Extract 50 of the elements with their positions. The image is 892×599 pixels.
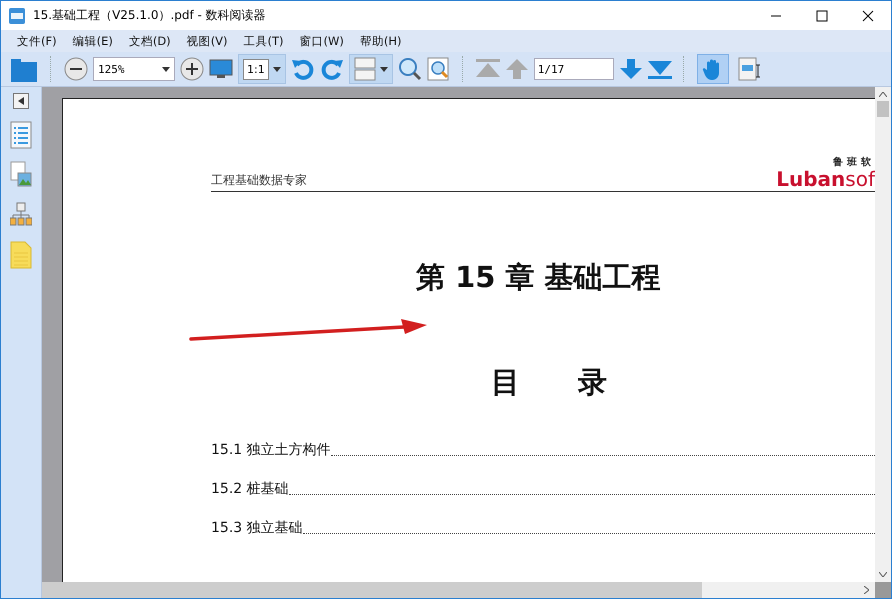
next-page-icon[interactable] [618, 57, 643, 81]
actual-size-dropdown[interactable]: 1:1 [238, 54, 286, 84]
horizontal-scrollbar[interactable] [42, 582, 891, 598]
caret-icon [380, 66, 388, 72]
scrollbar-thumb[interactable] [877, 101, 889, 117]
collapse-panel-button[interactable] [13, 93, 29, 109]
scroll-down-icon[interactable] [879, 572, 887, 577]
logo-chinese-text: 鲁班软 [833, 156, 875, 169]
chapter-title: 第 15 章 基础工程 [416, 259, 662, 296]
hand-tool-button[interactable] [696, 54, 729, 84]
page-layout-dropdown[interactable] [348, 54, 393, 84]
page-number-field[interactable]: 1/17 [534, 58, 614, 80]
menu-item[interactable]: 帮助(H) [352, 34, 410, 48]
zoom-area-icon[interactable] [426, 57, 451, 81]
search-icon[interactable] [398, 57, 422, 81]
text-select-icon [738, 57, 762, 81]
toc-entry: 15.1 独立土方构件 [211, 441, 331, 459]
scroll-right-icon[interactable] [864, 586, 869, 594]
caret-icon [162, 66, 170, 72]
page-thumbnails-icon[interactable] [10, 161, 32, 189]
previous-page-icon[interactable] [504, 57, 529, 81]
outline-list-icon[interactable] [10, 121, 32, 149]
zoom-out-icon[interactable] [64, 57, 88, 81]
left-triangle-icon [18, 97, 24, 105]
toc-heading: 目 录 [491, 364, 608, 401]
toc-entry: 15.2 桩基础 [211, 480, 289, 498]
toc-entry: 15.3 独立基础 [211, 519, 303, 537]
vertical-scrollbar[interactable] [875, 87, 891, 582]
menu-item[interactable]: 编辑(E) [64, 34, 121, 48]
menu-item[interactable]: 文件(F) [9, 34, 65, 48]
page-header-text: 工程基础数据专家 [211, 172, 307, 189]
scrollbar-thumb[interactable] [42, 582, 702, 598]
rotate-left-icon[interactable] [290, 57, 315, 81]
menu-item[interactable]: 窗口(W) [292, 34, 352, 48]
menu-item[interactable]: 工具(T) [236, 34, 292, 48]
caret-icon [272, 66, 281, 72]
close-icon [862, 10, 874, 22]
monitor-icon[interactable] [209, 57, 233, 81]
scrollbar-corner [875, 582, 891, 598]
two-page-layout-icon [354, 57, 376, 81]
app-icon [9, 8, 25, 24]
logo-text: Lubansof [776, 169, 875, 189]
maximize-icon [816, 10, 828, 22]
rotate-right-icon[interactable] [320, 57, 344, 81]
window-title: 15.基础工程（V25.1.0）.pdf - 数科阅读器 [33, 7, 267, 24]
menu-item[interactable]: 文档(D) [120, 34, 179, 48]
menu-item[interactable]: 视图(V) [178, 34, 236, 48]
scroll-up-icon[interactable] [879, 92, 887, 97]
zoom-in-icon[interactable] [180, 57, 204, 81]
zoom-dropdown[interactable]: 125% [93, 57, 175, 81]
